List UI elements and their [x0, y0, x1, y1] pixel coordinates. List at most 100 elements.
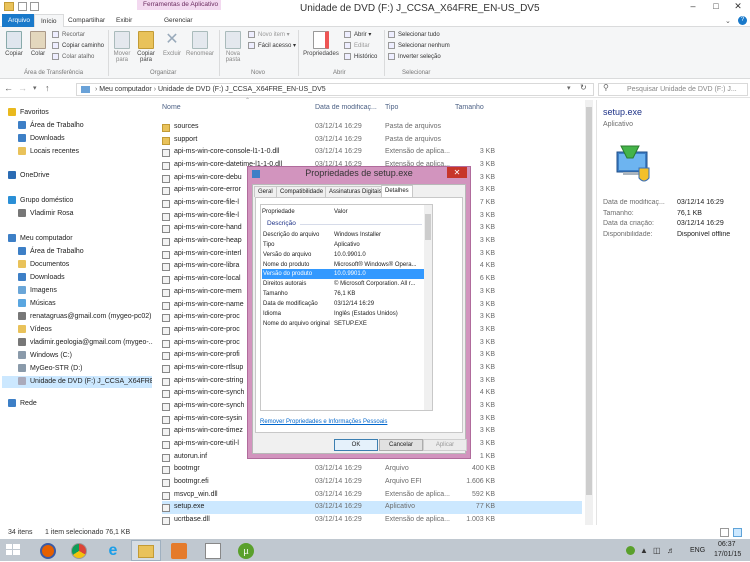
explorer-taskbar-button[interactable] [131, 540, 161, 561]
nav-item[interactable]: Vídeos [18, 324, 153, 336]
tab-assinaturas-digitais[interactable]: Assinaturas Digitais [325, 186, 386, 197]
file-row[interactable]: ucrtbase.dll 03/12/14 16:29 Extensão de ap… [162, 514, 582, 527]
move-to-button[interactable]: Mover para [111, 31, 133, 63]
nav-item[interactable]: renatagruas@gmail.com (mygeo-pc02) [18, 311, 153, 323]
breadcrumb-dvd[interactable]: Unidade de DVD (F:) J_CCSA_X64FRE_EN-US_… [158, 86, 326, 93]
invert-selection-button[interactable]: Inverter seleção [388, 52, 441, 63]
property-row[interactable]: Descrição do arquivo Windows Installer [262, 230, 424, 240]
tab-exibir[interactable]: Exibir [110, 14, 138, 27]
maximize-button[interactable]: □ [705, 1, 727, 13]
column-date-header[interactable]: Data de modificaç... [315, 104, 383, 111]
tab-arquivo[interactable]: Arquivo [2, 14, 37, 27]
start-button[interactable] [2, 540, 32, 561]
nav-item[interactable]: MyGeo-STR (D:) [18, 363, 153, 375]
large-icons-view-icon[interactable] [733, 528, 742, 537]
property-row[interactable]: Data de modificação 03/12/14 16:29 [262, 299, 424, 309]
back-arrow-icon[interactable]: ← [4, 83, 13, 93]
nav-item[interactable]: Rede [8, 398, 153, 410]
property-row[interactable]: Nome do arquivo original SETUP.EXE [262, 319, 424, 329]
property-row[interactable]: Nome do produto Microsoft® Windows® Opera… [262, 260, 424, 270]
select-all-button[interactable]: Selecionar tudo [388, 30, 440, 41]
nav-item[interactable]: Meu computador [8, 233, 153, 245]
nav-item[interactable]: Grupo doméstico [8, 195, 153, 207]
details-view-icon[interactable] [720, 528, 729, 537]
nav-item[interactable]: Vladimir Rosa [18, 208, 153, 220]
file-row[interactable]: api-ms-win-core-console-l1-1-0.dll 03/12/… [162, 146, 582, 159]
nav-item[interactable]: Imagens [18, 285, 153, 297]
paste-shortcut-button[interactable]: Colar atalho [52, 52, 94, 63]
tab-geral[interactable]: Geral [254, 186, 277, 197]
ie-taskbar-button[interactable]: e [98, 540, 128, 561]
refresh-icon[interactable]: ↻ [580, 83, 587, 92]
property-row[interactable]: Idioma Inglês (Estados Unidos) [262, 309, 424, 319]
property-row[interactable]: Direitos autorais © Microsoft Corporation… [262, 279, 424, 289]
column-name-header[interactable]: Nome [162, 104, 181, 111]
cancel-button[interactable]: Cancelar [379, 439, 423, 451]
address-dropdown-icon[interactable]: ▾ [567, 84, 571, 92]
nav-item[interactable]: Unidade de DVD (F:) J_CCSA_X64FRE_EN [2, 376, 152, 388]
media-taskbar-button[interactable] [164, 540, 194, 561]
ribbon-expand-icon[interactable]: ⌄ [725, 17, 731, 25]
close-button[interactable]: ✕ [727, 1, 749, 13]
recent-locations-icon[interactable]: ▾ [33, 84, 37, 92]
new-folder-button[interactable]: Nova pasta [222, 31, 244, 63]
copy-button[interactable]: Copiar [3, 31, 25, 57]
apply-button[interactable]: Aplicar [423, 439, 467, 451]
file-row[interactable]: sources 03/12/14 16:29 Pasta de arquivos [162, 121, 582, 134]
tab-gerenciar[interactable]: Gerenciar [158, 14, 199, 27]
column-type-header[interactable]: Tipo [385, 104, 398, 111]
value-column-header[interactable]: Valor [334, 209, 348, 215]
help-icon[interactable]: ? [738, 16, 747, 25]
nav-item[interactable]: Músicas [18, 298, 153, 310]
network-tray-icon[interactable]: ◫ [653, 546, 661, 555]
language-indicator[interactable]: ENG [690, 547, 705, 554]
nav-item[interactable]: Downloads [18, 133, 153, 145]
select-none-button[interactable]: Selecionar nenhum [388, 41, 450, 52]
tray-arrow-icon[interactable]: ▲ [640, 546, 648, 555]
open-button[interactable]: Abrir ▾ [344, 30, 371, 41]
forward-arrow-icon[interactable]: → [18, 83, 27, 93]
property-row[interactable]: Tipo Aplicativo [262, 240, 424, 250]
remove-properties-link[interactable]: Remover Propriedades e Informações Pesso… [260, 419, 387, 425]
tab-compartilhar[interactable]: Compartilhar [62, 14, 111, 27]
property-row[interactable]: Versão do produto 10.0.9901.0 [262, 269, 424, 280]
up-arrow-icon[interactable]: ↑ [45, 83, 50, 93]
dialog-close-button[interactable]: ✕ [447, 167, 467, 178]
clock-date[interactable]: 17/01/15 [714, 551, 741, 558]
nav-item[interactable]: Área de Trabalho [18, 246, 153, 258]
paste-button[interactable]: Colar [27, 31, 49, 57]
file-row[interactable]: bootmgr.efi 03/12/14 16:29 Arquivo EFI 1.60… [162, 476, 582, 489]
column-size-header[interactable]: Tamanho [455, 104, 484, 111]
file-row[interactable]: setup.exe 03/12/14 16:29 Aplicativo 77 KB [162, 501, 582, 515]
edit-button[interactable]: Editar [344, 41, 370, 52]
delete-button[interactable]: ✕ Excluir [161, 31, 183, 57]
nav-item[interactable]: Windows (C:) [18, 350, 153, 362]
volume-tray-icon[interactable]: ♬ [667, 546, 675, 555]
tab-inicio[interactable]: Início [34, 14, 64, 27]
address-box[interactable]: › Meu computador › Unidade de DVD (F:) J… [76, 83, 594, 96]
properties-button[interactable]: Propriedades [302, 31, 340, 57]
nav-item[interactable]: Documentos [18, 259, 153, 271]
firefox-taskbar-button[interactable] [33, 540, 63, 561]
nav-item[interactable]: vladimir.geologia@gmail.com (mygeo-... [18, 337, 153, 349]
file-row[interactable]: support 03/12/14 16:29 Pasta de arquivos [162, 134, 582, 147]
easy-access-button[interactable]: Fácil acesso ▾ [248, 41, 296, 52]
nav-item[interactable]: Downloads [18, 272, 153, 284]
history-button[interactable]: Histórico [344, 52, 377, 63]
breadcrumb-computer[interactable]: Meu computador [99, 86, 152, 93]
app-taskbar-button[interactable] [198, 540, 228, 561]
utorrent-taskbar-button[interactable]: µ [231, 540, 261, 561]
tray-utorrent-icon[interactable] [626, 546, 635, 555]
nav-item[interactable]: OneDrive [8, 170, 153, 182]
chrome-taskbar-button[interactable] [64, 540, 94, 561]
property-row[interactable]: Versão do arquivo 10.0.9901.0 [262, 250, 424, 260]
nav-item[interactable]: Favoritos [8, 107, 153, 119]
minimize-button[interactable]: – [682, 1, 704, 13]
file-row[interactable]: msvcp_win.dll 03/12/14 16:29 Extensão de a… [162, 489, 582, 502]
search-input[interactable]: Pesquisar Unidade de DVD (F:) J... [598, 83, 748, 96]
quick-access-folder-icon[interactable] [30, 2, 39, 11]
copy-to-button[interactable]: Copiar para [135, 31, 157, 63]
property-column-header[interactable]: Propriedade [262, 209, 295, 215]
property-list-scrollbar-thumb[interactable] [425, 214, 431, 240]
quick-access-icon[interactable] [18, 2, 27, 11]
